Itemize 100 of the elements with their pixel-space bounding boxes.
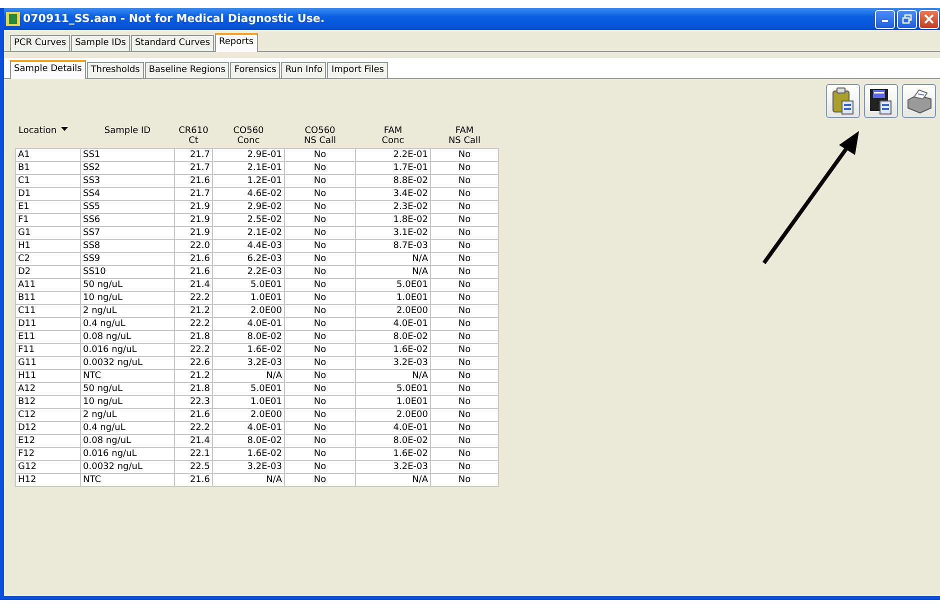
table-cell: 0.4 ng/uL [80,318,174,330]
tab[interactable]: Baseline Regions [144,62,230,78]
table-cell: 5.0E01 [356,382,430,396]
table-cell: 3.2E-03 [212,460,284,474]
table-cell: 2.5E-02 [212,214,284,226]
column-header[interactable]: Location [18,126,57,136]
table-cell: SS1 [80,148,174,162]
table-cell: 21.4 [174,278,212,292]
table-cell: N/A [356,266,430,278]
table-cell: No [284,382,356,396]
table-cell: 22.1 [174,448,212,460]
table-cell: 6.2E-03 [212,252,284,266]
close-button[interactable] [919,10,939,28]
table-cell: No [284,188,356,200]
table-cell: B1 [16,162,80,174]
table-cell: No [430,382,498,396]
table-cell: 22.0 [174,240,212,252]
table-cell: 0.0032 ng/uL [80,356,174,370]
tab[interactable]: Sample IDs [71,35,130,51]
restore-button[interactable] [897,10,917,28]
tab[interactable]: Thresholds [86,62,144,78]
table-cell: 2.0E00 [356,304,430,318]
tab[interactable]: Sample Details [10,60,86,79]
table-cell: No [284,474,356,486]
table-cell: 1.0E01 [212,292,284,304]
table-cell: 50 ng/uL [80,382,174,396]
table-cell: A1 [16,148,80,162]
tab[interactable]: Standard Curves [130,35,214,51]
table-cell: 5.0E01 [212,278,284,292]
table-cell: A11 [16,278,80,292]
table-cell: D2 [16,266,80,278]
app-icon [6,12,20,26]
minimize-button[interactable] [875,10,895,28]
restore-icon [902,14,912,24]
tab[interactable]: Forensics [230,62,280,78]
table-cell: H11 [16,370,80,382]
table-cell: E11 [16,330,80,344]
table-cell: 2 ng/uL [80,408,174,422]
table-cell: SS9 [80,252,174,266]
print-button[interactable] [902,84,936,118]
table-cell: C12 [16,408,80,422]
table-cell: 2.0E00 [212,304,284,318]
table-cell: 1.0E01 [356,396,430,408]
table-cell: No [430,474,498,486]
table-cell: 8.7E-03 [356,240,430,252]
table-cell: No [284,396,356,408]
table-cell: 21.6 [174,266,212,278]
table-cell: D11 [16,318,80,330]
table-cell: 22.2 [174,318,212,330]
table-cell: 21.6 [174,174,212,188]
table-cell: No [430,188,498,200]
table-cell: 8.0E-02 [356,330,430,344]
table-cell: No [430,266,498,278]
table-cell: 8.0E-02 [212,434,284,448]
tab[interactable]: PCR Curves [10,35,70,51]
table-cell: C11 [16,304,80,318]
column-header[interactable]: CO560 NS Call [304,126,336,146]
table-cell: No [284,174,356,188]
table-cell: No [430,330,498,344]
tab[interactable]: Import Files [327,62,388,78]
table-cell: No [284,304,356,318]
table-cell: No [430,356,498,370]
table-cell: 8.0E-02 [356,434,430,448]
table-cell: No [284,330,356,344]
table-cell: N/A [356,252,430,266]
table-cell: SS3 [80,174,174,188]
table-cell: 1.6E-02 [356,344,430,356]
table-cell: SS2 [80,162,174,174]
table-cell: No [284,226,356,240]
table-cell: 2.9E-01 [212,148,284,162]
tab[interactable]: Run Info [281,62,326,78]
table-cell: N/A [212,370,284,382]
table-cell: 1.2E-01 [212,174,284,188]
column-header[interactable]: FAM NS Call [448,126,481,146]
table-cell: 2 ng/uL [80,304,174,318]
table-cell: 3.1E-02 [356,226,430,240]
table-cell: 21.4 [174,434,212,448]
table-cell: No [284,370,356,382]
table-cell: No [430,396,498,408]
table-cell: No [284,448,356,460]
table-cell: G11 [16,356,80,370]
table-cell: 22.6 [174,356,212,370]
table-cell: No [430,460,498,474]
tab[interactable]: Reports [215,33,258,52]
table-cell: 5.0E01 [356,278,430,292]
column-header[interactable]: CR610 Ct [178,126,208,146]
save-button[interactable] [864,84,898,118]
table-cell: 21.9 [174,214,212,226]
table-cell: 10 ng/uL [80,292,174,304]
column-header[interactable]: Sample ID [104,126,151,136]
table-cell: 8.8E-02 [356,174,430,188]
column-header[interactable]: FAM Conc [382,126,404,146]
table-cell: SS7 [80,226,174,240]
table-cell: 21.2 [174,304,212,318]
table-cell: NTC [80,370,174,382]
table-cell: No [430,318,498,330]
column-header[interactable]: CO560 Conc [233,126,264,146]
table-cell: No [284,240,356,252]
clipboard-button[interactable] [826,84,860,118]
table-cell: No [430,370,498,382]
